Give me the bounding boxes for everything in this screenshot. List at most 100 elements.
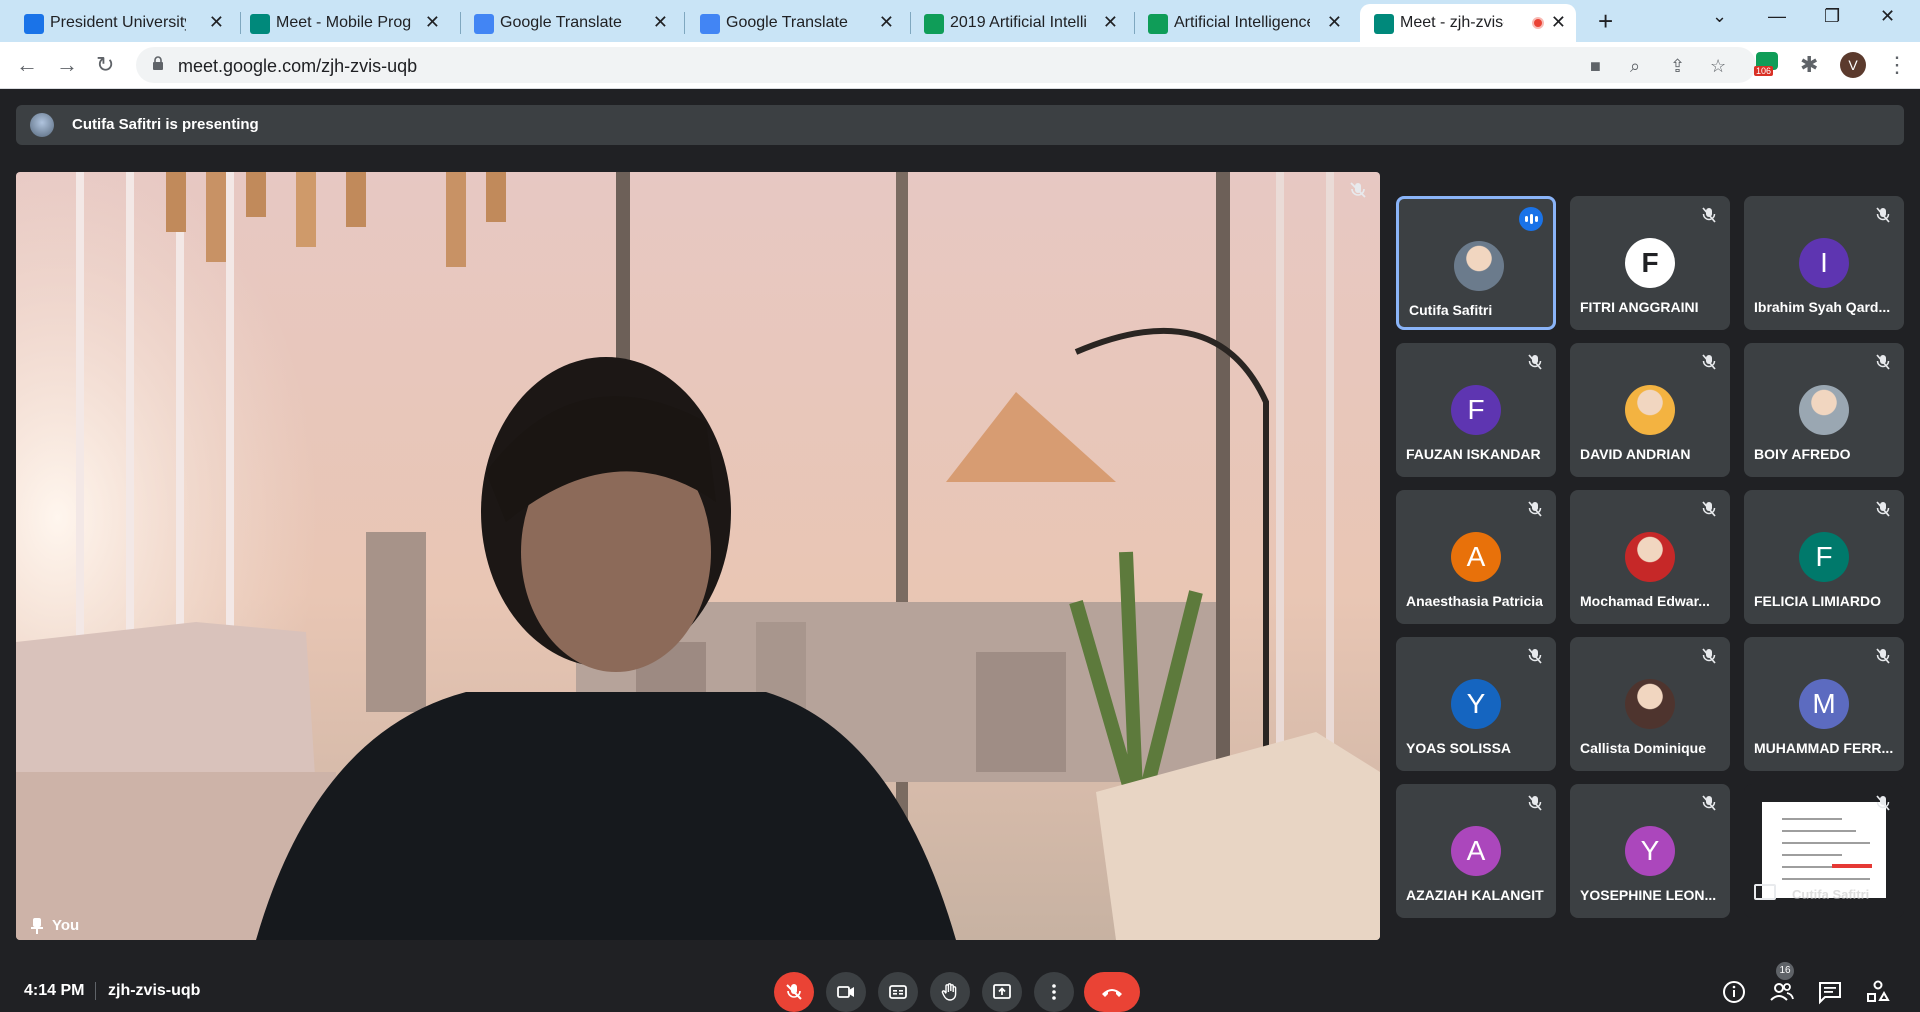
mic-off-icon — [1350, 182, 1366, 198]
chat-icon[interactable] — [1816, 978, 1844, 1006]
share-icon[interactable]: ⇪ — [1670, 56, 1685, 77]
participant-name: BOIY AFREDO — [1754, 446, 1851, 462]
mic-off-icon — [1528, 354, 1542, 370]
participant-name: Callista Dominique — [1580, 740, 1707, 756]
minimize-button[interactable]: — — [1768, 6, 1786, 27]
more-options-button[interactable] — [1034, 972, 1074, 1012]
participant-tile[interactable]: F FITRI ANGGRAINI — [1570, 196, 1730, 330]
captions-button[interactable] — [878, 972, 918, 1012]
mic-off-icon — [1702, 648, 1716, 664]
tab-meet-active[interactable]: Meet - zjh-zvis-uq ✕ — [1360, 4, 1576, 42]
people-icon[interactable] — [1768, 978, 1796, 1006]
browser-menu-icon[interactable]: ⋮ — [1886, 52, 1908, 78]
meet-favicon-icon — [250, 14, 270, 34]
participant-tile[interactable]: Y YOAS SOLISSA — [1396, 637, 1556, 771]
tab-google-translate-1[interactable]: Google Translate ✕ — [474, 4, 678, 42]
participant-tile[interactable]: BOIY AFREDO — [1744, 343, 1904, 477]
zoom-icon[interactable]: ⌕ — [1630, 56, 1640, 77]
close-tab-icon[interactable]: ✕ — [425, 12, 440, 33]
participant-tile[interactable]: I Ibrahim Syah Qard... — [1744, 196, 1904, 330]
tab-label: Artificial Intelligence I — [1174, 14, 1310, 31]
browser-toolbar: ← → ↻ meet.google.com/zjh-zvis-uqb ■ ⌕ ⇪… — [0, 42, 1920, 89]
browser-tab-strip: President University - ✕ Meet - Mobile P… — [0, 0, 1920, 42]
profile-avatar[interactable]: V — [1840, 52, 1866, 78]
back-arrow-icon[interactable]: ← — [16, 52, 38, 78]
present-icon — [993, 984, 1011, 999]
audio-level-bar — [1530, 214, 1533, 224]
close-tab-icon[interactable]: ✕ — [209, 12, 224, 33]
activities-icon[interactable] — [1864, 978, 1892, 1006]
mic-off-icon — [1702, 354, 1716, 370]
tab-artificial-intelligence-sheet[interactable]: Artificial Intelligence I ✕ — [1148, 4, 1352, 42]
participant-tile[interactable]: F FELICIA LIMIARDO — [1744, 490, 1904, 624]
participant-tile[interactable]: Callista Dominique — [1570, 637, 1730, 771]
tab-separator — [1134, 12, 1135, 34]
presentation-thumbnail — [1762, 802, 1886, 898]
slide-line — [1782, 842, 1870, 844]
camera-in-use-icon[interactable]: ■ — [1590, 56, 1601, 77]
slide-line — [1782, 818, 1842, 820]
tab-google-translate-2[interactable]: Google Translate ✕ — [700, 4, 904, 42]
mic-off-icon — [786, 984, 802, 1000]
participant-tile[interactable]: Cutifa Safitri — [1396, 196, 1556, 330]
self-video-tile[interactable]: You — [16, 172, 1380, 940]
forward-arrow-icon[interactable]: → — [56, 52, 78, 78]
tab-label: Google Translate — [726, 14, 848, 31]
close-tab-icon[interactable]: ✕ — [1327, 12, 1342, 33]
mic-off-icon — [1876, 648, 1890, 664]
presenting-text: Cutifa Safitri is presenting — [72, 116, 259, 133]
close-tab-icon[interactable]: ✕ — [1103, 12, 1118, 33]
participant-tile[interactable]: F FAUZAN ISKANDAR — [1396, 343, 1556, 477]
translate-favicon-icon — [700, 14, 720, 34]
maximize-button[interactable]: ❐ — [1824, 6, 1840, 27]
close-tab-icon[interactable]: ✕ — [879, 12, 894, 33]
tab-separator — [240, 12, 241, 34]
self-name-text: You — [52, 917, 80, 934]
extension-badge-count: 106 — [1754, 66, 1774, 76]
close-tab-icon[interactable]: ✕ — [653, 12, 668, 33]
participant-tile[interactable]: A Anaesthasia Patricia — [1396, 490, 1556, 624]
extension-badge-icon[interactable]: 106 — [1754, 52, 1780, 78]
raise-hand-button[interactable] — [930, 972, 970, 1012]
meeting-clock: 4:14 PM — [24, 982, 85, 999]
tab-meet-mobile-programming[interactable]: Meet - Mobile Progra ✕ — [250, 4, 450, 42]
participant-avatar: M — [1799, 679, 1849, 729]
participant-tile[interactable]: Cutifa Safitri — [1744, 784, 1904, 918]
camera-toggle-button[interactable] — [826, 972, 866, 1012]
meeting-details-info-icon[interactable] — [1720, 978, 1748, 1006]
participant-avatar — [1625, 532, 1675, 582]
close-tab-icon[interactable]: ✕ — [1551, 12, 1566, 33]
close-window-button[interactable]: ✕ — [1880, 6, 1895, 27]
present-screen-button[interactable] — [982, 972, 1022, 1012]
participant-tile[interactable]: Y YOSEPHINE LEON... — [1570, 784, 1730, 918]
screen-share-icon — [1754, 884, 1776, 900]
address-bar[interactable]: meet.google.com/zjh-zvis-uqb ■ ⌕ ⇪ ☆ — [136, 47, 1756, 83]
mic-off-icon — [1702, 501, 1716, 517]
participant-name: AZAZIAH KALANGIT — [1406, 887, 1544, 903]
participant-tile[interactable]: A AZAZIAH KALANGIT — [1396, 784, 1556, 918]
participant-tile[interactable]: Mochamad Edwar... — [1570, 490, 1730, 624]
reload-icon[interactable]: ↻ — [96, 52, 114, 78]
participant-tile[interactable]: DAVID ANDRIAN — [1570, 343, 1730, 477]
divider — [95, 982, 96, 1000]
tab-president-university[interactable]: President University - ✕ — [24, 4, 234, 42]
microphone-toggle-button[interactable] — [774, 972, 814, 1012]
participant-tile[interactable]: M MUHAMMAD FERR... — [1744, 637, 1904, 771]
hang-up-icon — [1102, 989, 1122, 997]
mic-off-icon — [1876, 501, 1890, 517]
mic-off-icon — [1702, 207, 1716, 223]
tab-2019-artificial-intelligence[interactable]: 2019 Artificial Intellige ✕ — [924, 4, 1128, 42]
speaking-indicator-icon — [1519, 207, 1543, 231]
pin-icon — [31, 917, 43, 934]
participant-avatar: A — [1451, 826, 1501, 876]
participant-name: YOSEPHINE LEON... — [1580, 887, 1717, 903]
participant-name: FELICIA LIMIARDO — [1754, 593, 1882, 609]
participant-name: Anaesthasia Patricia — [1406, 593, 1543, 609]
extensions-puzzle-icon[interactable]: ✱ — [1800, 52, 1818, 78]
presenter-avatar — [30, 113, 54, 137]
new-tab-button[interactable]: + — [1598, 6, 1613, 37]
bookmark-star-icon[interactable]: ☆ — [1710, 56, 1726, 77]
participant-avatar: Y — [1625, 826, 1675, 876]
leave-call-button[interactable] — [1084, 972, 1140, 1012]
tab-search-chevron-icon[interactable]: ⌄ — [1712, 6, 1727, 27]
